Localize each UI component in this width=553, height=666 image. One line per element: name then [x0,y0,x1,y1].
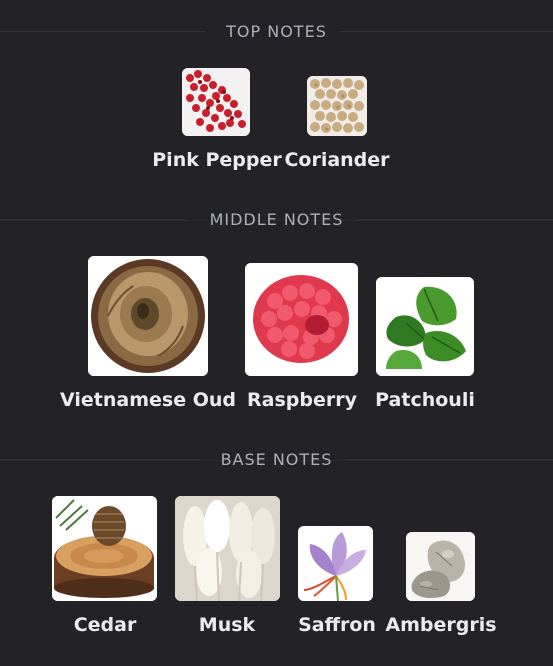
ambergris-stone-image [406,532,475,601]
patchouli-leaf-image [376,277,474,376]
pink-pepper-label: Pink Pepper [152,149,282,171]
vietnamese-oud-label: Vietnamese Oud [60,389,236,411]
cedar-image [52,496,157,601]
base-notes-title: BASE NOTES [220,450,333,469]
cedar-label: Cedar [73,614,137,636]
base-notes-header: BASE NOTES [0,448,553,472]
middle-notes-title: MIDDLE NOTES [209,210,344,229]
note-pink-pepper[interactable]: Pink Pepper [152,66,282,176]
saffron-flower-image [298,526,373,601]
note-raspberry[interactable]: Raspberry [240,254,364,414]
oud-wood-image [88,256,208,376]
saffron-label: Saffron [298,614,376,636]
coriander-label: Coriander [284,149,390,171]
top-notes-rule-right [340,31,553,32]
top-notes-title: TOP NOTES [226,22,327,41]
note-cedar[interactable]: Cedar [50,494,160,644]
base-notes-rule-right [345,459,553,460]
musk-image [175,496,280,601]
raspberry-label: Raspberry [247,389,357,411]
middle-notes-rule-right [358,219,553,220]
note-coriander[interactable]: Coriander [284,66,390,176]
raspberry-image [245,263,358,376]
note-patchouli[interactable]: Patchouli [370,254,480,414]
middle-notes-header: MIDDLE NOTES [0,208,553,232]
note-ambergris[interactable]: Ambergris [385,494,497,644]
note-saffron[interactable]: Saffron [294,494,380,644]
musk-label: Musk [198,614,256,636]
top-notes-header: TOP NOTES [0,20,553,44]
note-vietnamese-oud[interactable]: Vietnamese Oud [60,254,236,414]
coriander-image [307,76,367,136]
note-musk[interactable]: Musk [172,494,282,644]
ambergris-label: Ambergris [385,614,497,636]
pink-pepper-image [182,68,250,136]
patchouli-label: Patchouli [375,389,475,411]
